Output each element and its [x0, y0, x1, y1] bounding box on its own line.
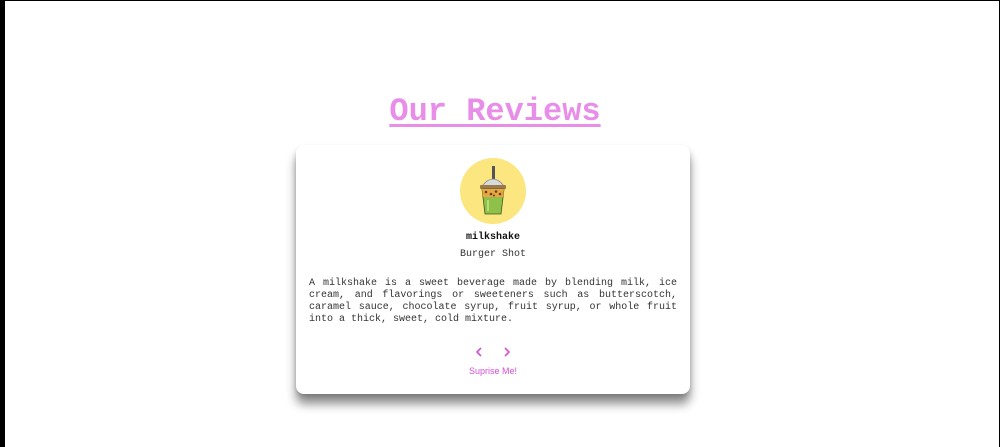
- review-job: Burger Shot: [459, 249, 526, 260]
- window-border-left: [0, 0, 5, 447]
- page-title: Our Reviews: [389, 93, 601, 130]
- review-author: milkshake: [465, 232, 520, 243]
- chevron-right-icon: [504, 347, 510, 357]
- review-avatar: [460, 158, 526, 224]
- chevron-left-icon: [476, 347, 482, 357]
- window-border-top: [0, 0, 1000, 1]
- surprise-me-button[interactable]: Suprise Me!: [296, 366, 690, 376]
- review-text: A milkshake is a sweet beverage made by …: [309, 278, 677, 325]
- prev-review-button[interactable]: [472, 345, 486, 359]
- next-review-button[interactable]: [500, 345, 514, 359]
- review-card: milkshake Burger Shot A milkshake is a s…: [296, 145, 690, 394]
- review-nav: [296, 343, 690, 361]
- milkshake-cup-icon: [480, 166, 506, 215]
